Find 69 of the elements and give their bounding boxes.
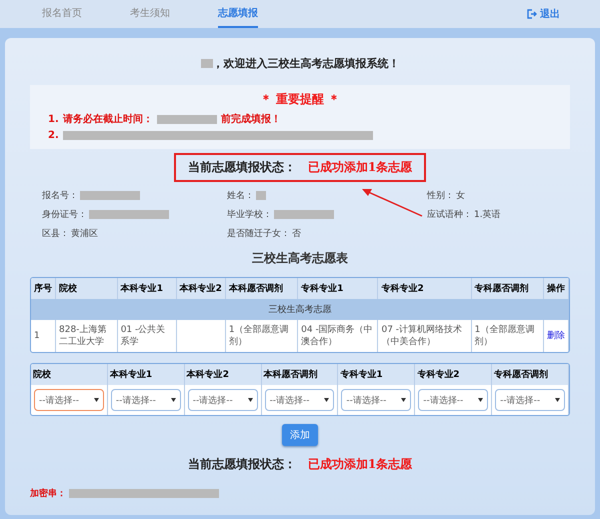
info-label: 身份证号： [42, 208, 87, 221]
dropdown-icon [478, 398, 484, 402]
column-header: 专科专业2 [378, 278, 472, 299]
dropdown-icon [324, 398, 330, 402]
column-header: 操作 [544, 278, 569, 299]
column-header: 专科愿否调剂 [492, 364, 569, 386]
info-value: 黄浦区 [71, 228, 98, 240]
add-button[interactable]: 添加 [282, 424, 318, 446]
welcome-text: ，欢迎进入三校生高考志愿填报系统！ [212, 56, 400, 71]
info-value: 1.英语 [474, 208, 501, 221]
column-header: 本科愿否调剂 [226, 278, 298, 299]
column-header: 专科专业2 [415, 364, 492, 386]
column-header: 专科专业1 [338, 364, 416, 386]
info-label: 是否随迁子女： [227, 228, 290, 240]
info-value: 否 [292, 228, 301, 240]
table-cell: 1（全部愿意调剂） [228, 325, 289, 348]
select-field[interactable]: --请选择-- [264, 389, 334, 412]
column-header: 专科专业1 [298, 278, 378, 299]
select-field[interactable]: --请选择-- [34, 389, 104, 412]
table-cell: 01 -公共关系学 [120, 325, 166, 348]
column-header: 院校 [56, 278, 118, 299]
column-header: 本科专业1 [118, 278, 177, 299]
info-label: 报名号： [42, 190, 78, 202]
status-label: 当前志愿填报状态： [188, 456, 296, 474]
table-cell: 04 -国际商务（中澳合作） [301, 325, 373, 348]
column-header: 本科专业1 [108, 364, 185, 386]
group-row: 三校生高考志愿 [31, 299, 569, 320]
select-field[interactable]: --请选择-- [341, 389, 412, 412]
info-label: 应试语种： [427, 208, 472, 221]
dropdown-icon [94, 398, 99, 402]
delete-link[interactable]: 删除 [546, 331, 565, 342]
column-header: 专科愿否调剂 [472, 278, 544, 299]
info-label: 毕业学校： [227, 208, 272, 221]
column-header: 本科专业2 [176, 278, 226, 299]
select-field[interactable]: --请选择-- [418, 389, 488, 412]
info-value: 女 [456, 190, 465, 202]
dropdown-icon [554, 398, 560, 402]
column-header: 本科专业2 [184, 364, 262, 386]
table-cell: 828-上海第二工业大学 [59, 325, 106, 348]
table-cell: 1（全部愿意调剂） [474, 325, 534, 348]
logout-icon [527, 9, 537, 19]
table-title: 三校生高考志愿表 [252, 250, 348, 267]
status-value: 已成功添加1条志愿 [308, 159, 412, 176]
item-number: 2. [48, 130, 59, 141]
dropdown-icon [248, 398, 253, 402]
reminder-text: 请务必在截止时间： [62, 112, 153, 126]
column-header: 本科愿否调剂 [262, 364, 338, 386]
info-label: 姓名： [227, 190, 254, 202]
footer-label: 加密串： [30, 487, 66, 500]
dropdown-icon [170, 398, 176, 402]
column-header: 序号 [31, 278, 56, 299]
table-cell: 1 [34, 331, 40, 342]
column-header: 院校 [31, 364, 108, 386]
info-label: 性别： [427, 190, 454, 202]
info-label: 区县： [42, 228, 69, 240]
nav-tab[interactable]: 志愿填报 [218, 0, 258, 28]
arrow-icon [360, 186, 424, 218]
reminder-text: 前完成填报！ [220, 112, 281, 126]
select-field[interactable]: --请选择-- [110, 389, 181, 412]
table-cell: 07 -计算机网络技术（中美合作） [381, 325, 462, 348]
status-label: 当前志愿填报状态： [188, 159, 296, 176]
redacted-bar [156, 114, 217, 124]
logout-link[interactable]: 退出 [527, 0, 560, 28]
reminder-title: ＊ 重要提醒 ＊ [258, 91, 342, 108]
item-number: 1. [48, 114, 59, 124]
status-value: 已成功添加1条志愿 [308, 456, 412, 474]
dropdown-icon [401, 398, 406, 402]
select-field[interactable]: --请选择-- [495, 389, 565, 412]
select-field[interactable]: --请选择-- [188, 389, 258, 412]
